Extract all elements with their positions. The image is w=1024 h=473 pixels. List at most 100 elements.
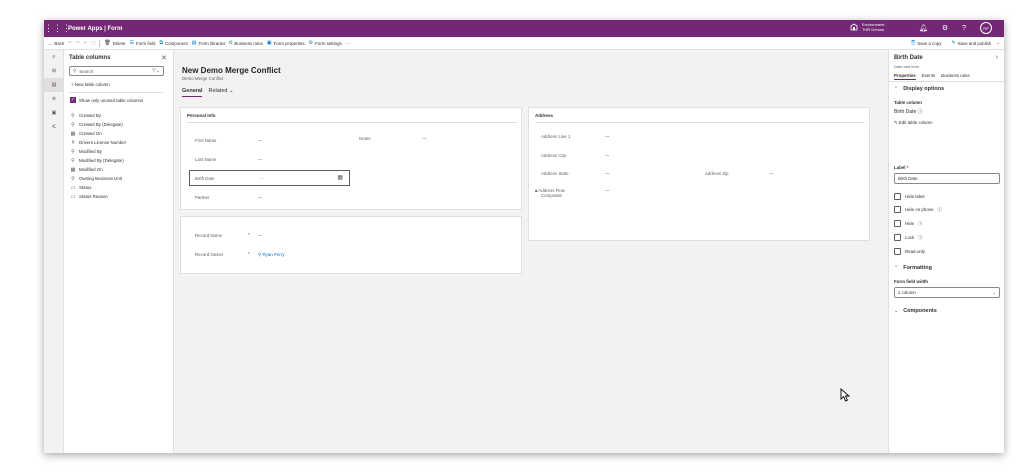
form-libraries-button[interactable]: ▤ Form libraries [192, 40, 226, 46]
settings-icon[interactable]: ⚙ [942, 24, 948, 32]
list-item[interactable]: # Drivers License Number [70, 138, 126, 147]
read-only-checkbox[interactable]: Read-only [894, 248, 925, 255]
help-icon[interactable]: ? [962, 25, 966, 32]
tab-related[interactable]: Related ⌄ [208, 88, 233, 97]
tab-properties[interactable]: Properties [894, 73, 916, 80]
form-libraries-rail-icon[interactable]: ▣ [44, 106, 64, 120]
save-publish-button[interactable]: ✎ Save and publish ⌄ [951, 40, 1000, 46]
checkbox[interactable] [894, 248, 901, 255]
field-type: Date and time [894, 64, 919, 69]
paste-button[interactable]: ▢ [91, 40, 95, 46]
address-flow-composite-value[interactable]: --- [605, 188, 609, 193]
chevron-right-icon[interactable]: › [996, 54, 998, 61]
form-properties-button[interactable]: ▣ Form properties [267, 40, 305, 46]
filter-icon[interactable]: ▽⌄ [152, 68, 160, 74]
components-header[interactable]: ⌄ Components [894, 308, 937, 314]
redo-icon: ↷ [75, 40, 80, 45]
more-button[interactable]: ··· [346, 41, 350, 46]
record-name-value[interactable]: --- [258, 233, 262, 238]
new-table-column-button[interactable]: + New table column [71, 82, 110, 87]
publish-icon: ✎ [951, 40, 956, 46]
form-preview: New Demo Merge Conflict Demo Merge Confl… [174, 58, 878, 453]
address-section[interactable]: Address Address Line 1 --- Address City … [528, 107, 870, 241]
hide-on-phone-checkbox[interactable]: Hide on phone ⓘ [894, 206, 942, 213]
undo-button[interactable]: ↶ [68, 40, 72, 46]
notes-value[interactable]: --- [422, 136, 426, 141]
form-properties-icon: ▣ [266, 40, 272, 46]
tree-view-rail-icon[interactable]: ⊜ [44, 92, 64, 106]
back-button[interactable]: ← Back [48, 41, 64, 46]
address-city-value[interactable]: --- [605, 153, 609, 158]
edit-table-column-link[interactable]: ✎ Edit table column [894, 120, 933, 126]
tab-events[interactable]: Events [922, 73, 935, 80]
edit-icon: ✎ [894, 120, 898, 125]
partner-value[interactable]: --- [258, 195, 262, 200]
info-icon[interactable]: ⓘ [918, 235, 922, 241]
avatar[interactable]: RP [980, 22, 992, 34]
list-item[interactable]: ⚲ Owning Business Unit [70, 174, 126, 183]
list-item[interactable]: ⚲ Created By [70, 111, 126, 120]
list-item[interactable]: ⚲ Modified By (Delegate) [70, 156, 126, 165]
lock-checkbox[interactable]: Lock ⓘ [894, 234, 923, 241]
info-icon[interactable]: ⓘ [918, 221, 922, 227]
hamburger-icon[interactable]: ≡ [44, 50, 64, 64]
list-item[interactable]: ▦ Created On [70, 129, 126, 138]
info-icon[interactable]: ⓘ [918, 109, 923, 115]
birth-date-field-selected[interactable]: Birth Date --- ▦ [189, 170, 350, 186]
show-unused-checkbox[interactable]: ✓ Show only unused table columns [70, 97, 143, 103]
address-line1-value[interactable]: --- [605, 134, 609, 139]
owner-link[interactable]: Ryan Perry [262, 252, 284, 257]
chevron-down-icon: ⌄ [228, 88, 234, 94]
close-icon[interactable]: ✕ [161, 54, 167, 62]
hide-label-checkbox[interactable]: Hide label [894, 193, 925, 200]
hide-checkbox[interactable]: Hide ⓘ [894, 220, 922, 227]
record-section[interactable]: Record Name * --- Record Owner * ⚲ Ryan … [180, 216, 522, 274]
tab-general[interactable]: General [182, 88, 203, 97]
chevron-down-icon[interactable]: ⌄ [996, 40, 1000, 46]
address-state-value[interactable]: --- [605, 171, 609, 176]
record-owner-value[interactable]: ⚲ Ryan Perry [258, 252, 284, 258]
last-name-value[interactable]: --- [258, 157, 262, 162]
notifications-icon[interactable]: 🔔︎ [919, 24, 928, 32]
cut-button[interactable]: ✂ [84, 40, 88, 46]
list-item[interactable]: ⚲ Modified By [70, 147, 126, 156]
person-icon: ⚲ [258, 252, 262, 257]
formatting-header[interactable]: ⌃ Formatting [894, 265, 932, 271]
delete-button[interactable]: 🗑︎ Delete [104, 40, 125, 46]
properties-tabs: Properties Events Business rules [894, 73, 970, 80]
tab-business-rules[interactable]: Business rules [941, 73, 970, 80]
calendar-icon[interactable]: ▦ [337, 174, 343, 181]
first-name-value[interactable]: --- [258, 138, 262, 143]
checkbox[interactable] [894, 193, 901, 200]
business-rules-button[interactable]: ⑆ Business rules [229, 40, 263, 46]
lookup-icon: ⚲ [71, 148, 75, 155]
list-item[interactable]: ⚲ Created By (Delegate) [70, 120, 126, 129]
checkbox[interactable] [894, 220, 901, 227]
components-rail-icon[interactable]: ⊞ [44, 64, 64, 78]
table-columns-rail-icon[interactable]: ▤ [44, 78, 64, 92]
info-icon[interactable]: ⓘ [938, 207, 942, 213]
address-zip-value[interactable]: --- [769, 171, 773, 176]
environment-indicator[interactable]: Environment THR Demos [850, 22, 884, 32]
app-launcher-icon[interactable]: ⋮⋮⋮ [44, 23, 71, 34]
label-input[interactable]: Birth Date [894, 173, 1000, 184]
save-copy-button[interactable]: ⎘ Save a copy [911, 40, 941, 46]
checkbox[interactable] [894, 234, 901, 241]
component-button[interactable]: ⧉ Component [159, 40, 187, 46]
checkbox[interactable] [894, 206, 901, 213]
list-item[interactable]: ▭ Status [70, 183, 126, 192]
business-rules-rail-icon[interactable]: ⑆ [44, 120, 64, 134]
search-input[interactable]: ⚲ Search ▽⌄ [69, 66, 164, 76]
form-settings-button[interactable]: ⚙ Form settings [309, 40, 342, 46]
redo-button[interactable]: ↷ [76, 40, 80, 46]
app-window: ⋮⋮⋮ Power Apps | Form Environment THR De… [44, 20, 1004, 453]
personal-info-section[interactable]: Personal Info First Name --- Notes --- L… [180, 107, 522, 210]
list-item[interactable]: ▦ Modified On [70, 165, 126, 174]
list-item[interactable]: ▭ Status Reason [70, 192, 126, 201]
display-options-header[interactable]: ⌃ Display options [894, 86, 944, 92]
form-field-button[interactable]: ☰ Form field [129, 40, 155, 46]
form-field-width-dropdown[interactable]: 1 column ⌄ [894, 287, 1000, 298]
chevron-down-icon: ⌄ [894, 308, 899, 314]
birth-date-value[interactable]: --- [259, 176, 263, 181]
command-bar: ← Back ↶ ↷ ✂ ▢ 🗑︎ Delete ☰ Form field ⧉ Comp… [44, 37, 1004, 50]
